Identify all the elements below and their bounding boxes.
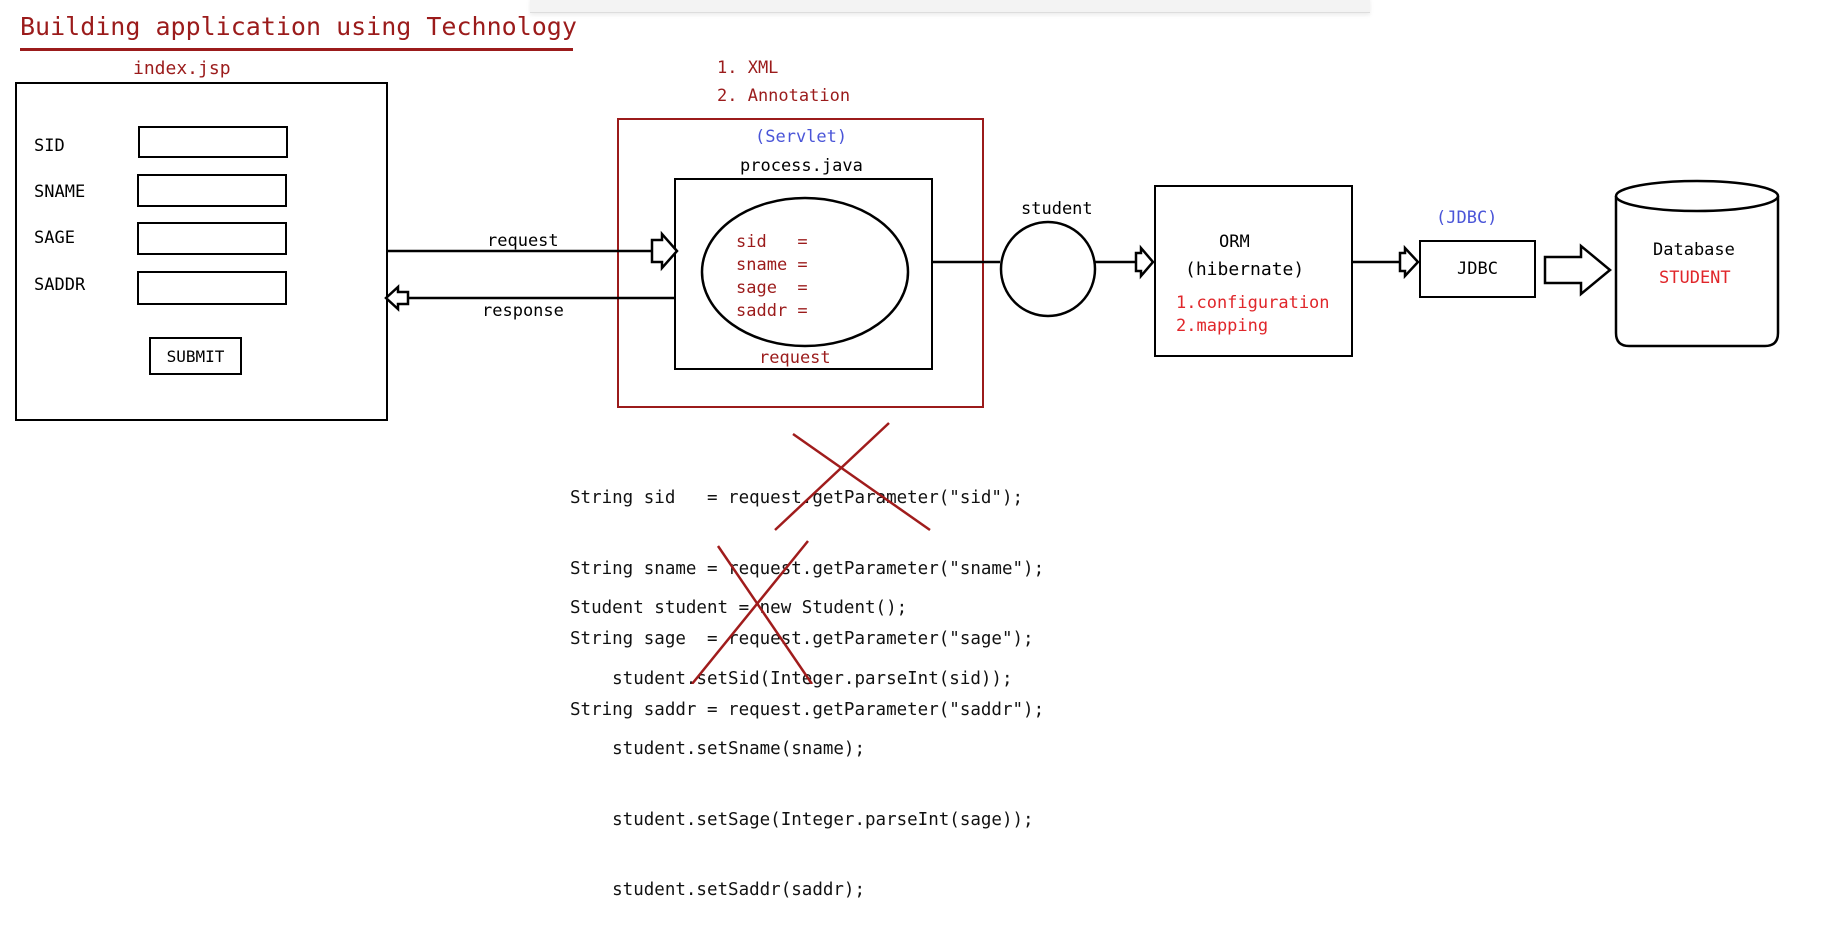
jdbc-to-database-arrow <box>1543 243 1612 297</box>
student-to-orm-arrow <box>1095 244 1155 280</box>
request-arrow <box>388 230 679 272</box>
student-object-circle <box>999 220 1097 318</box>
database-cylinder <box>1614 179 1780 348</box>
code-line: student.setSage(Integer.parseInt(sage)); <box>570 809 1034 830</box>
code-line: student.setSname(sname); <box>570 739 866 759</box>
code-line: student.setSaddr(saddr); <box>570 880 866 900</box>
strike-cross-student <box>691 540 814 684</box>
orm-to-jdbc-arrow <box>1353 244 1420 280</box>
request-ellipse <box>700 196 910 348</box>
diagram-overlay <box>384 179 1780 684</box>
strike-cross-parameters <box>774 422 931 532</box>
response-arrow <box>384 284 674 312</box>
